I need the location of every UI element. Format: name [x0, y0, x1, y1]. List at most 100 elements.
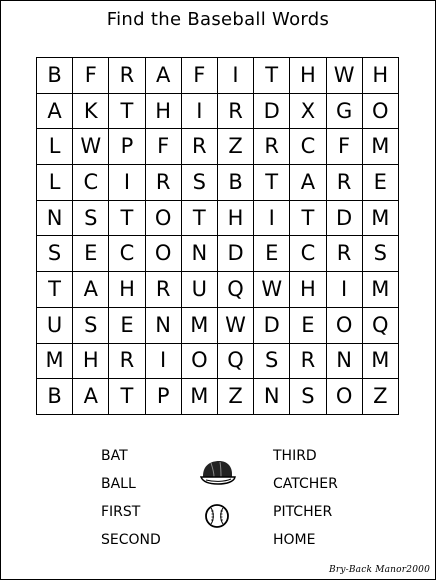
grid-cell[interactable]: U	[181, 272, 218, 308]
grid-cell[interactable]: O	[362, 93, 399, 130]
grid-cell[interactable]: L	[37, 165, 74, 201]
grid-cell[interactable]: D	[326, 200, 363, 237]
grid-cell[interactable]: T	[109, 200, 146, 237]
grid-cell[interactable]: M	[181, 307, 218, 344]
grid-cell[interactable]: U	[37, 307, 74, 344]
grid-cell[interactable]: H	[109, 272, 146, 308]
grid-cell[interactable]: M	[37, 343, 74, 380]
grid-cell[interactable]: R	[326, 236, 363, 273]
grid-cell[interactable]: E	[73, 236, 110, 273]
grid-cell[interactable]: C	[290, 129, 327, 166]
grid-cell[interactable]: T	[109, 93, 146, 130]
grid-cell[interactable]: W	[254, 272, 291, 308]
grid-cell[interactable]: T	[109, 379, 146, 415]
grid-cell[interactable]: T	[290, 200, 327, 237]
grid-cell[interactable]: A	[73, 272, 110, 308]
grid-cell[interactable]: H	[217, 200, 255, 237]
grid-cell[interactable]: Q	[362, 307, 399, 344]
grid-cell[interactable]: S	[37, 236, 74, 273]
grid-cell[interactable]: X	[290, 93, 327, 130]
grid-cell[interactable]: I	[254, 200, 291, 237]
grid-cell[interactable]: C	[290, 236, 327, 273]
grid-cell[interactable]: R	[326, 165, 363, 201]
grid-cell[interactable]: S	[73, 200, 110, 237]
grid-cell[interactable]: E	[290, 307, 327, 344]
grid-cell[interactable]: S	[290, 379, 327, 415]
grid-cell[interactable]: I	[217, 58, 255, 94]
grid-cell[interactable]: R	[109, 343, 146, 380]
grid-cell[interactable]: N	[254, 379, 291, 415]
grid-cell[interactable]: A	[73, 379, 110, 415]
grid-cell[interactable]: M	[181, 379, 218, 415]
grid-cell[interactable]: F	[181, 58, 218, 94]
grid-cell[interactable]: H	[290, 58, 327, 94]
grid-cell[interactable]: N	[181, 236, 218, 273]
grid-cell[interactable]: H	[362, 58, 399, 94]
grid-cell[interactable]: I	[326, 272, 363, 308]
grid-cell[interactable]: Q	[217, 272, 255, 308]
grid-cell[interactable]: T	[37, 272, 74, 308]
grid-cell[interactable]: T	[181, 200, 218, 237]
grid-cell[interactable]: W	[73, 129, 110, 166]
grid-cell[interactable]: H	[73, 343, 110, 380]
grid-cell[interactable]: W	[217, 307, 255, 344]
grid-cell[interactable]: L	[37, 129, 74, 166]
grid-cell[interactable]: M	[362, 272, 399, 308]
grid-cell[interactable]: O	[145, 236, 182, 273]
grid-cell[interactable]: O	[145, 200, 182, 237]
grid-cell[interactable]: C	[109, 236, 146, 273]
grid-cell[interactable]: F	[145, 129, 182, 166]
grid-cell[interactable]: E	[109, 307, 146, 344]
grid-cell[interactable]: Z	[362, 379, 399, 415]
grid-cell[interactable]: B	[217, 165, 255, 201]
grid-cell[interactable]: P	[145, 379, 182, 415]
grid-cell[interactable]: D	[254, 307, 291, 344]
grid-cell[interactable]: B	[37, 379, 74, 415]
grid-cell[interactable]: D	[217, 236, 255, 273]
grid-cell[interactable]: G	[326, 93, 363, 130]
grid-cell[interactable]: B	[37, 58, 74, 94]
grid-cell[interactable]: T	[254, 165, 291, 201]
grid-cell[interactable]: O	[326, 379, 363, 415]
grid-cell[interactable]: M	[362, 129, 399, 166]
grid-cell[interactable]: P	[109, 129, 146, 166]
grid-cell[interactable]: E	[362, 165, 399, 201]
grid-cell[interactable]: Z	[217, 379, 255, 415]
grid-cell[interactable]: I	[145, 343, 182, 380]
grid-cell[interactable]: D	[254, 93, 291, 130]
grid-cell[interactable]: S	[254, 343, 291, 380]
grid-cell[interactable]: H	[290, 272, 327, 308]
grid-cell[interactable]: R	[145, 272, 182, 308]
grid-cell[interactable]: A	[290, 165, 327, 201]
grid-cell[interactable]: I	[181, 93, 218, 130]
grid-cell[interactable]: R	[254, 129, 291, 166]
grid-cell[interactable]: R	[290, 343, 327, 380]
grid-cell[interactable]: F	[73, 58, 110, 94]
grid-cell[interactable]: I	[109, 165, 146, 201]
grid-cell[interactable]: E	[254, 236, 291, 273]
grid-cell[interactable]: M	[362, 343, 399, 380]
grid-cell[interactable]: S	[362, 236, 399, 273]
grid-cell[interactable]: N	[145, 307, 182, 344]
grid-cell[interactable]: R	[181, 129, 218, 166]
grid-cell[interactable]: C	[73, 165, 110, 201]
grid-cell[interactable]: N	[37, 200, 74, 237]
grid-cell[interactable]: A	[145, 58, 182, 94]
grid-cell[interactable]: S	[73, 307, 110, 344]
grid-cell[interactable]: Z	[217, 129, 255, 166]
grid-cell[interactable]: A	[37, 93, 74, 130]
grid-cell[interactable]: M	[362, 200, 399, 237]
grid-cell[interactable]: T	[254, 58, 291, 94]
grid-cell[interactable]: Q	[217, 343, 255, 380]
grid-cell[interactable]: K	[73, 93, 110, 130]
grid-cell[interactable]: N	[326, 343, 363, 380]
grid-cell[interactable]: R	[217, 93, 255, 130]
grid-cell[interactable]: R	[145, 165, 182, 201]
grid-cell[interactable]: S	[181, 165, 218, 201]
grid-cell[interactable]: F	[326, 129, 363, 166]
grid-cell[interactable]: O	[181, 343, 218, 380]
grid-cell[interactable]: W	[326, 58, 363, 94]
grid-cell[interactable]: H	[145, 93, 182, 130]
grid-cell[interactable]: O	[326, 307, 363, 344]
grid-cell[interactable]: R	[109, 58, 146, 94]
